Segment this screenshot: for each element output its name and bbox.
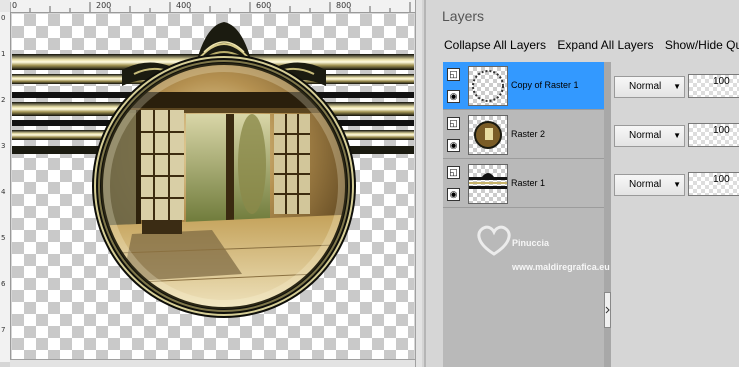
thumb-room [474, 121, 502, 149]
blend-mode-value: Normal [629, 179, 662, 190]
ruler-label: 2 [1, 96, 6, 104]
visibility-eye-icon[interactable]: ◉ [447, 188, 460, 201]
layer-blend-controls: Normal ▼ 100 [614, 172, 739, 200]
watermark: Pinuccia www.maldiregrafica.eu [474, 222, 610, 272]
ruler-label: 3 [1, 142, 6, 150]
chevron-down-icon: ▼ [673, 82, 681, 91]
heart-logo [477, 225, 511, 256]
opacity-value: 100 [713, 125, 730, 136]
expand-all-button[interactable]: Expand All Layers [557, 38, 653, 52]
layer-list: ◱ ◉ Copy of Raster 1 ◱ ◉ Raster 2 ◱ ◉ Ra… [443, 62, 604, 367]
blend-mode-select[interactable]: Normal ▼ [614, 125, 685, 147]
layer-name: Copy of Raster 1 [511, 80, 579, 90]
image-canvas[interactable] [12, 14, 414, 359]
canvas-horizontal-scrollbar[interactable] [10, 359, 415, 367]
visibility-eye-icon[interactable]: ◉ [447, 139, 460, 152]
chevron-down-icon: ▼ [673, 180, 681, 189]
layer-type-icon: ◱ [447, 68, 460, 81]
watermark-name: Pinuccia [512, 238, 550, 248]
layer-list-scroll-thumb[interactable] [604, 292, 611, 328]
opacity-field[interactable]: 100 [688, 123, 739, 147]
ruler-label: 6 [1, 280, 6, 288]
layer-thumbnail [468, 164, 508, 204]
layer-type-icon: ◱ [447, 117, 460, 130]
layer-blend-controls: Normal ▼ 100 [614, 74, 739, 102]
canvas-vertical-scrollbar[interactable] [415, 0, 422, 367]
layer-name: Raster 2 [511, 129, 546, 139]
ruler-label: 4 [1, 188, 6, 196]
visibility-eye-icon[interactable]: ◉ [447, 90, 460, 103]
layers-panel: Layers Collapse All Layers Expand All La… [424, 0, 739, 367]
opacity-value: 100 [713, 76, 730, 87]
layer-name: Raster 1 [511, 178, 546, 188]
blend-mode-value: Normal [629, 81, 662, 92]
layer-blend-controls: Normal ▼ 100 [614, 123, 739, 151]
opacity-field[interactable]: 100 [688, 74, 739, 98]
blend-mode-select[interactable]: Normal ▼ [614, 174, 685, 196]
chevron-down-icon: ▼ [673, 131, 681, 140]
layer-row[interactable]: ◱ ◉ Raster 2 [443, 111, 604, 159]
layer-row[interactable]: ◱ ◉ Raster 1 [443, 160, 604, 208]
layers-toolbar: Collapse All Layers Expand All Layers Sh… [444, 38, 739, 52]
opacity-value: 100 [713, 174, 730, 185]
panel-title: Layers [442, 8, 485, 24]
layer-thumbnail [468, 115, 508, 155]
ruler-label: 0 [1, 14, 6, 22]
thumb-ring [472, 70, 504, 102]
ruler-ticks [10, 2, 411, 12]
show-hide-quick-button[interactable]: Show/Hide Quick [665, 38, 739, 52]
opacity-field[interactable]: 100 [688, 172, 739, 196]
canvas-area: 0 200 400 600 800 0 1 2 3 4 5 6 7 [0, 0, 422, 367]
blend-mode-select[interactable]: Normal ▼ [614, 76, 685, 98]
ruler-top: 0 200 400 600 800 [10, 0, 415, 13]
collapse-all-button[interactable]: Collapse All Layers [444, 38, 546, 52]
ruler-label: 7 [1, 326, 6, 334]
thumb-stripes [469, 173, 507, 189]
chevron-right-icon [605, 306, 610, 314]
ruler-label: 1 [1, 50, 6, 58]
artwork [12, 22, 414, 318]
ruler-left: 0 1 2 3 4 5 6 7 [0, 12, 11, 362]
layer-type-icon: ◱ [447, 166, 460, 179]
layer-thumbnail [468, 66, 508, 106]
blend-mode-value: Normal [629, 130, 662, 141]
watermark-site: www.maldiregrafica.eu [512, 262, 610, 272]
layer-row[interactable]: ◱ ◉ Copy of Raster 1 [443, 62, 604, 110]
ruler-label: 5 [1, 234, 6, 242]
